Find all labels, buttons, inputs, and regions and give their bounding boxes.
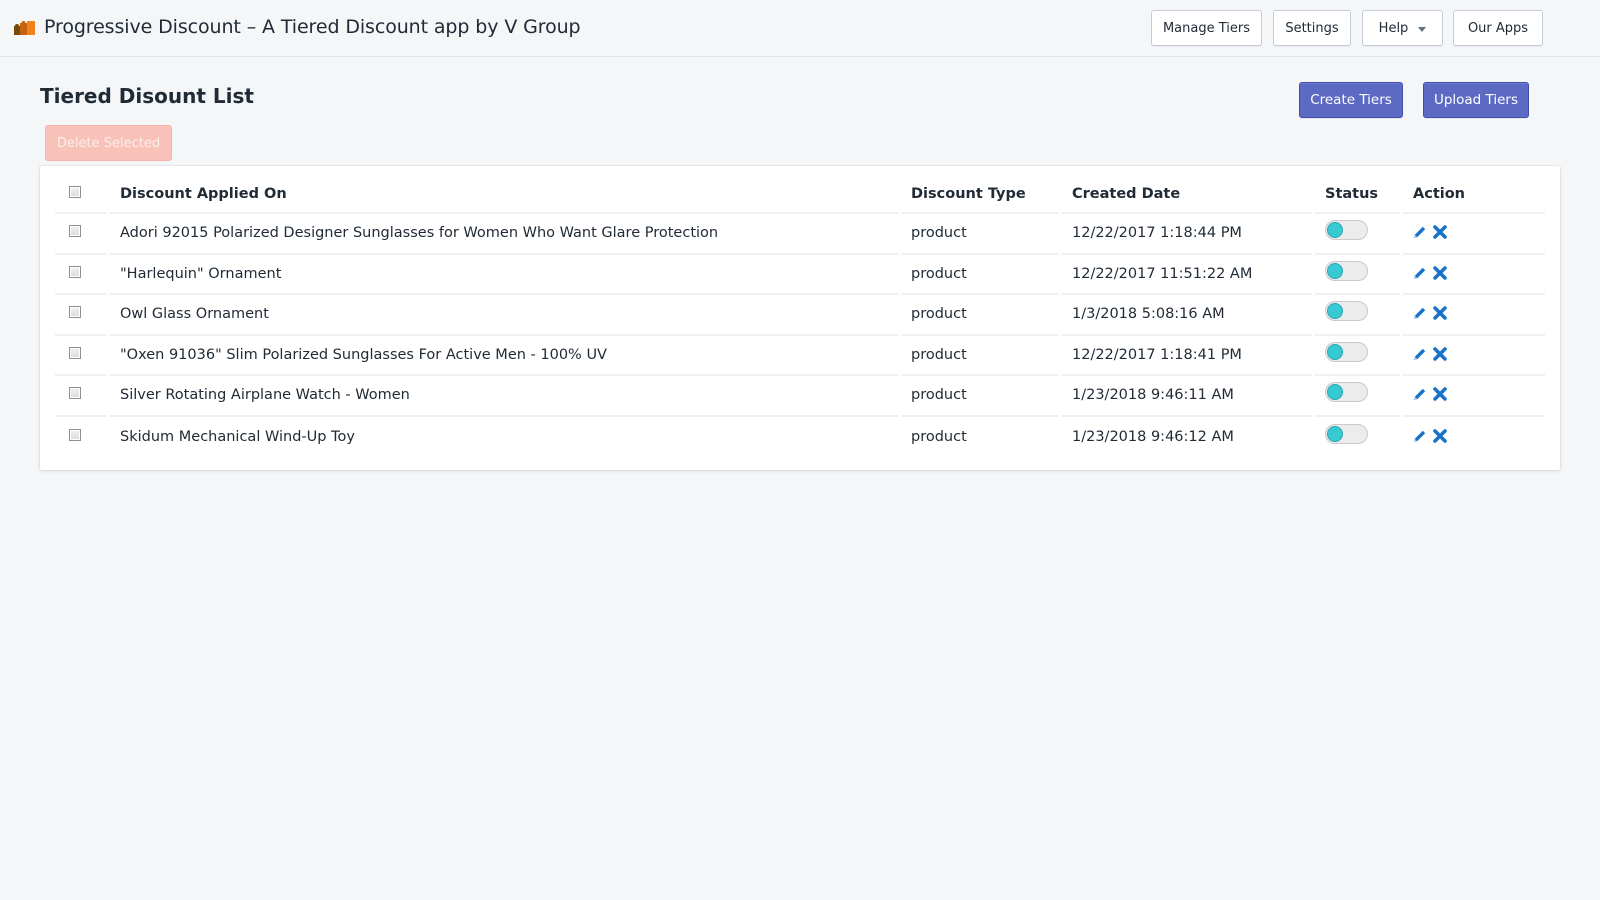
upload-tiers-button[interactable]: Upload Tiers — [1423, 82, 1529, 118]
status-toggle[interactable] — [1325, 382, 1368, 403]
status-cell — [1315, 376, 1400, 417]
top-bar: Progressive Discount – A Tiered Discount… — [0, 0, 1600, 57]
applied-on-cell: Silver Rotating Airplane Watch - Women — [110, 376, 898, 417]
created-date-cell: 1/23/2018 9:46:11 AM — [1062, 376, 1312, 417]
row-checkbox[interactable] — [69, 428, 81, 441]
status-cell — [1315, 295, 1400, 336]
table-row: Skidum Mechanical Wind-Up Toy product 1/… — [55, 417, 1545, 458]
status-toggle[interactable] — [1325, 341, 1368, 362]
created-date-cell: 12/22/2017 11:51:22 AM — [1062, 255, 1312, 295]
toggle-knob — [1327, 425, 1343, 442]
discount-type-cell: product — [901, 255, 1059, 295]
select-cell — [55, 255, 107, 295]
status-toggle[interactable] — [1325, 220, 1368, 241]
close-x-icon[interactable] — [1433, 428, 1447, 443]
pencil-icon[interactable] — [1413, 266, 1427, 280]
action-cell — [1403, 417, 1545, 458]
our-apps-button[interactable]: Our Apps — [1453, 10, 1543, 46]
status-toggle[interactable] — [1325, 260, 1368, 281]
delete-selected-button[interactable]: Delete Selected — [45, 125, 172, 161]
pencil-icon[interactable] — [1413, 306, 1427, 320]
discount-type-cell: product — [911, 428, 967, 445]
close-x-icon[interactable] — [1433, 346, 1447, 361]
app-logo-icon — [14, 21, 35, 35]
applied-on-cell: Owl Glass Ornament — [110, 295, 898, 336]
table-row: "Oxen 91036" Slim Polarized Sunglasses F… — [55, 336, 1545, 376]
toggle-knob — [1327, 343, 1343, 360]
applied-on-cell: "Harlequin" Ornament — [110, 255, 898, 295]
column-header-created[interactable]: Created Date — [1062, 176, 1312, 214]
help-dropdown-button[interactable]: Help — [1362, 10, 1443, 46]
manage-tiers-button[interactable]: Manage Tiers — [1151, 10, 1262, 46]
row-checkbox[interactable] — [69, 387, 81, 400]
row-checkbox[interactable] — [69, 346, 81, 359]
close-x-icon[interactable] — [1433, 265, 1447, 280]
applied-on-cell: "Oxen 91036" Slim Polarized Sunglasses F… — [110, 336, 898, 376]
close-x-icon[interactable] — [1433, 225, 1447, 240]
action-cell — [1403, 336, 1545, 376]
settings-button[interactable]: Settings — [1273, 10, 1351, 46]
select-cell — [55, 336, 107, 376]
toggle-knob — [1327, 303, 1343, 320]
select-cell — [55, 295, 107, 336]
discount-type-cell: product — [901, 336, 1059, 376]
created-date-cell: 12/22/2017 1:18:41 PM — [1062, 336, 1312, 376]
tier-table: Discount Applied On Discount Type Create… — [52, 176, 1548, 457]
table-row: Adori 92015 Polarized Designer Sunglasse… — [55, 214, 1545, 255]
pencil-icon[interactable] — [1413, 429, 1427, 443]
status-cell — [1315, 255, 1400, 295]
page-title: Tiered Disount List — [40, 84, 254, 108]
select-cell — [55, 214, 107, 255]
applied-on-cell: Adori 92015 Polarized Designer Sunglasse… — [110, 214, 898, 255]
help-label: Help — [1378, 20, 1409, 36]
column-header-status[interactable]: Status — [1315, 176, 1400, 214]
create-tiers-button[interactable]: Create Tiers — [1299, 82, 1403, 118]
created-date-cell: 1/23/2018 9:46:12 AM — [1072, 428, 1234, 445]
action-cell — [1403, 376, 1545, 417]
status-toggle[interactable] — [1325, 423, 1368, 444]
status-cell — [1315, 417, 1400, 458]
select-cell — [55, 417, 107, 458]
tier-list-card: Discount Applied On Discount Type Create… — [40, 166, 1560, 470]
table-row: Owl Glass Ornament product 1/3/2018 5:08… — [55, 295, 1545, 336]
close-x-icon[interactable] — [1433, 306, 1447, 321]
action-cell — [1403, 295, 1545, 336]
pencil-icon[interactable] — [1413, 387, 1427, 401]
select-all-cell — [55, 176, 107, 214]
status-cell — [1315, 214, 1400, 255]
pencil-icon[interactable] — [1413, 347, 1427, 361]
applied-on-cell: Skidum Mechanical Wind-Up Toy — [120, 428, 355, 445]
table-row: "Harlequin" Ornament product 12/22/2017 … — [55, 255, 1545, 295]
action-cell — [1403, 255, 1545, 295]
discount-type-cell: product — [901, 376, 1059, 417]
select-cell — [55, 376, 107, 417]
status-toggle[interactable] — [1325, 301, 1368, 322]
discount-type-cell: product — [901, 295, 1059, 336]
table-header-row: Discount Applied On Discount Type Create… — [55, 176, 1545, 214]
created-date-cell: 12/22/2017 1:18:44 PM — [1062, 214, 1312, 255]
column-header-type[interactable]: Discount Type — [901, 176, 1059, 214]
toggle-knob — [1327, 384, 1343, 401]
status-cell — [1315, 336, 1400, 376]
pencil-icon[interactable] — [1413, 225, 1427, 239]
select-all-checkbox[interactable] — [69, 186, 81, 198]
table-row: Silver Rotating Airplane Watch - Women p… — [55, 376, 1545, 417]
row-checkbox[interactable] — [69, 225, 81, 238]
toggle-knob — [1327, 262, 1343, 279]
row-checkbox[interactable] — [69, 265, 81, 278]
row-checkbox[interactable] — [69, 306, 81, 319]
action-cell — [1403, 214, 1545, 255]
column-header-applied-on[interactable]: Discount Applied On — [110, 176, 898, 214]
discount-type-cell: product — [901, 214, 1059, 255]
created-date-cell: 1/3/2018 5:08:16 AM — [1062, 295, 1312, 336]
toggle-knob — [1327, 222, 1343, 239]
app-title: Progressive Discount – A Tiered Discount… — [44, 16, 581, 38]
caret-down-icon — [1418, 26, 1427, 32]
close-x-icon[interactable] — [1433, 387, 1447, 402]
column-header-action: Action — [1403, 176, 1545, 214]
